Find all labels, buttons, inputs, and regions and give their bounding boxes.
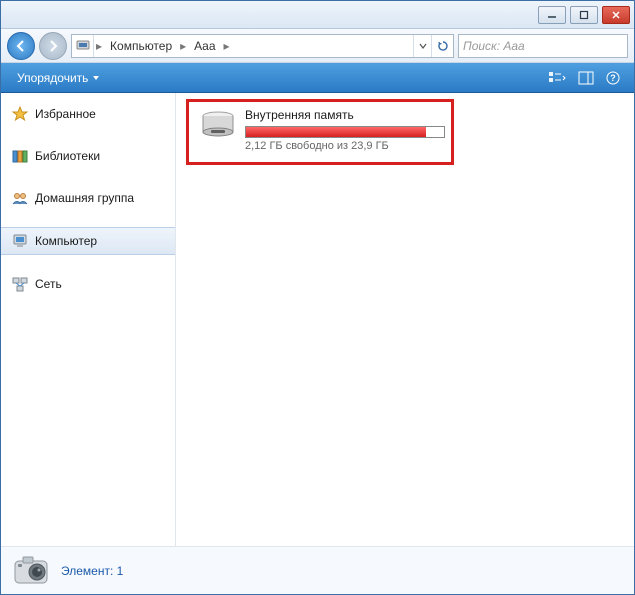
navbar: ▸ Компьютер ▸ Aaa ▸	[1, 29, 634, 63]
breadcrumb-seg-computer[interactable]: Компьютер	[104, 35, 178, 57]
chevron-right-icon: ▸	[222, 39, 232, 53]
chevron-right-icon: ▸	[94, 39, 104, 53]
content-area: Внутренняя память 2,12 ГБ свободно из 23…	[176, 93, 634, 546]
libraries-icon	[11, 147, 29, 165]
sidebar-item-homegroup[interactable]: Домашняя группа	[1, 185, 175, 211]
drive-item[interactable]: Внутренняя память 2,12 ГБ свободно из 23…	[199, 108, 441, 152]
status-bar: Элемент: 1	[1, 546, 634, 594]
preview-pane-button[interactable]	[572, 68, 600, 88]
sidebar-item-network[interactable]: Сеть	[1, 271, 175, 297]
star-icon	[11, 105, 29, 123]
chevron-down-icon	[92, 74, 100, 82]
refresh-button[interactable]	[431, 35, 453, 57]
minimize-button[interactable]	[538, 6, 566, 24]
drive-capacity-fill	[246, 127, 426, 137]
maximize-button[interactable]	[570, 6, 598, 24]
sidebar-item-computer[interactable]: Компьютер	[1, 227, 175, 255]
search-box[interactable]	[458, 34, 628, 58]
body: Избранное Библиотеки Домашняя группа Ком…	[1, 93, 634, 546]
camera-icon	[11, 553, 51, 589]
drive-capacity-bar	[245, 126, 445, 138]
sidebar-item-label: Избранное	[35, 107, 96, 121]
drive-name: Внутренняя память	[245, 108, 445, 122]
close-button[interactable]	[602, 6, 630, 24]
device-icon	[72, 35, 94, 57]
sidebar-item-label: Домашняя группа	[35, 191, 134, 205]
organize-menu[interactable]: Упорядочить	[9, 68, 108, 88]
sidebar-item-label: Сеть	[35, 277, 62, 291]
explorer-window: ▸ Компьютер ▸ Aaa ▸ Упорядочить ?	[0, 0, 635, 595]
computer-icon	[11, 232, 29, 250]
highlight-box: Внутренняя память 2,12 ГБ свободно из 23…	[186, 99, 454, 165]
breadcrumb[interactable]: ▸ Компьютер ▸ Aaa ▸	[71, 34, 454, 58]
sidebar-item-favorites[interactable]: Избранное	[1, 101, 175, 127]
help-button[interactable]: ?	[600, 68, 626, 88]
drive-free-text: 2,12 ГБ свободно из 23,9 ГБ	[245, 140, 445, 152]
sidebar-item-libraries[interactable]: Библиотеки	[1, 143, 175, 169]
network-icon	[11, 275, 29, 293]
status-text: Элемент: 1	[61, 564, 123, 578]
titlebar	[1, 1, 634, 29]
forward-button[interactable]	[39, 32, 67, 60]
homegroup-icon	[11, 189, 29, 207]
sidebar-item-label: Компьютер	[35, 234, 97, 248]
sidebar: Избранное Библиотеки Домашняя группа Ком…	[1, 93, 176, 546]
chevron-right-icon: ▸	[178, 39, 188, 53]
sidebar-item-label: Библиотеки	[35, 149, 100, 163]
organize-label: Упорядочить	[17, 71, 88, 85]
view-options-button[interactable]	[542, 68, 572, 88]
search-input[interactable]	[463, 39, 620, 53]
drive-icon	[199, 108, 237, 142]
svg-text:?: ?	[610, 73, 616, 83]
breadcrumb-dropdown-button[interactable]	[413, 35, 431, 57]
drive-info: Внутренняя память 2,12 ГБ свободно из 23…	[245, 108, 445, 152]
breadcrumb-seg-folder[interactable]: Aaa	[188, 35, 221, 57]
back-button[interactable]	[7, 32, 35, 60]
toolbar: Упорядочить ?	[1, 63, 634, 93]
